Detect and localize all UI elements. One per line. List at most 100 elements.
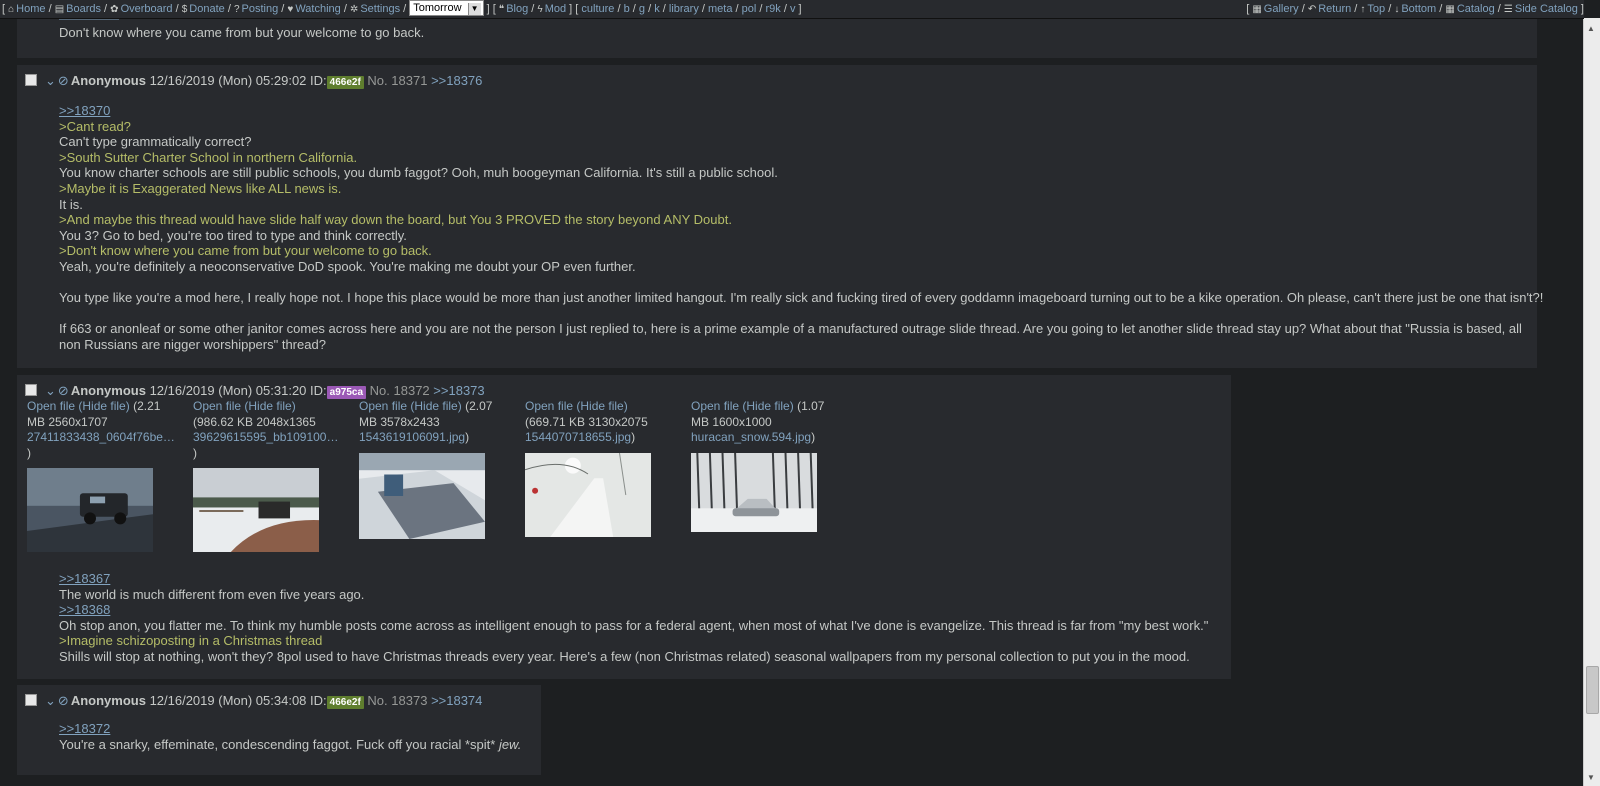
separator: / — [1298, 3, 1308, 15]
image-thumbnail[interactable] — [359, 453, 485, 539]
page-scrollbar[interactable]: ▲ ▼ — [1583, 18, 1600, 786]
nav-blog-link[interactable]: ❝ Blog — [499, 3, 528, 15]
board-link-r9k[interactable]: r9k — [766, 3, 781, 15]
line-text[interactable]: >>18370 — [59, 103, 110, 118]
post-select-checkbox[interactable] — [25, 383, 37, 396]
open-file-link[interactable]: Open file — [359, 399, 407, 413]
reply-reference[interactable]: >>18372 — [59, 721, 521, 737]
nav-label: Top — [1367, 3, 1386, 15]
hide-file-link[interactable]: (Hide file) — [244, 399, 295, 413]
open-file-link[interactable]: Open file — [193, 399, 241, 413]
reply-reference[interactable]: >>18368 — [59, 602, 1208, 618]
hide-post-icon[interactable]: ⊘ — [58, 693, 69, 708]
line-text[interactable]: >>18368 — [59, 602, 110, 617]
chevron-down-icon[interactable]: ⌄ — [45, 73, 56, 88]
chevron-down-icon[interactable]: ▼ — [467, 3, 481, 16]
nav-label: Settings — [360, 3, 401, 15]
poster-id-badge[interactable]: 466e2f — [326, 76, 364, 89]
scroll-down-icon[interactable]: ▼ — [1587, 773, 1595, 782]
post-number-label[interactable]: No. — [367, 73, 387, 88]
nav-boards-link[interactable]: ▤ Boards — [55, 3, 101, 15]
nav-label: Boards — [66, 3, 101, 15]
board-link-library[interactable]: library — [669, 3, 699, 15]
separator: / — [340, 3, 350, 15]
board-link-meta[interactable]: meta — [708, 3, 732, 15]
image-thumbnail[interactable] — [525, 453, 651, 537]
theme-select[interactable]: Tomorrow ▼ — [409, 0, 484, 17]
post-number-label[interactable]: No. — [367, 693, 387, 708]
nav-top-link[interactable]: ↑ Top — [1360, 3, 1385, 15]
nav-mod-link[interactable]: ϟ Mod — [537, 3, 566, 15]
scroll-thumb[interactable] — [1586, 666, 1599, 714]
hide-file-link[interactable]: (Hide file) — [78, 399, 129, 413]
nav-return-link[interactable]: ↶ Return — [1308, 3, 1351, 15]
file-name-link[interactable]: 1543619106091.jpg — [359, 430, 465, 444]
nav-home-link[interactable]: ⌂ Home — [8, 3, 45, 15]
separator: ( — [461, 399, 470, 413]
hide-post-icon[interactable]: ⊘ — [58, 383, 69, 398]
nav-watching-link[interactable]: ♥ Watching — [287, 3, 340, 15]
board-link-culture[interactable]: culture — [581, 3, 614, 15]
poster-id-badge[interactable]: a975ca — [326, 386, 367, 399]
open-file-link[interactable]: Open file — [691, 399, 739, 413]
post-number-label[interactable]: No. — [370, 383, 390, 398]
post-number[interactable]: 18373 — [391, 693, 427, 708]
reply-reference[interactable]: >>18370 — [59, 103, 1543, 119]
post-select-checkbox[interactable] — [25, 693, 37, 706]
file-close-paren: ) — [27, 445, 31, 460]
open-file-link[interactable]: Open file — [27, 399, 75, 413]
image-thumbnail[interactable] — [691, 453, 817, 532]
hide-post-icon[interactable]: ⊘ — [58, 73, 69, 88]
hide-file-link[interactable]: (Hide file) — [576, 399, 627, 413]
image-thumbnail[interactable] — [193, 468, 319, 552]
chevron-down-icon[interactable]: ⌄ — [45, 383, 56, 398]
file-info: Open file (Hide file) (2.07 MB 3578x2433 1… — [359, 399, 519, 446]
poster-id-badge[interactable]: 466e2f — [326, 696, 364, 709]
post-number[interactable]: 18372 — [394, 383, 430, 398]
file-name-link[interactable]: 27411833438_0604f76be… — [27, 430, 175, 444]
image-thumbnail[interactable] — [27, 468, 153, 552]
hide-file-link[interactable]: (Hide file) — [410, 399, 461, 413]
board-link-pol[interactable]: pol — [742, 3, 757, 15]
file-name-link[interactable]: 39629615595_bb109100… — [193, 430, 338, 444]
reply-reference[interactable]: >>18367 — [59, 571, 1208, 587]
nav-side-catalog-link[interactable]: ☰ Side Catalog — [1504, 3, 1578, 15]
nav-bottom-link[interactable]: ↓ Bottom — [1394, 3, 1436, 15]
post-header: ⌄ ⊘ Anonymous 12/16/2019 (Mon) 05:34:08 ID… — [25, 693, 482, 709]
nav-catalog-link[interactable]: ▦ Catalog — [1445, 3, 1494, 15]
overboard-icon: ✿ — [110, 4, 119, 15]
backlink[interactable]: >>18376 — [431, 73, 482, 88]
emphasis-text: jew. — [498, 736, 522, 752]
backlink[interactable]: >>18373 — [433, 383, 484, 398]
line-text: >Imagine schizoposting in a Christmas th… — [59, 633, 323, 649]
nav-overboard-link[interactable]: ✿ Overboard — [110, 3, 172, 15]
nav-donate-link[interactable]: $ Donate — [182, 3, 225, 15]
chevron-down-icon[interactable]: ⌄ — [45, 693, 56, 708]
line-text[interactable]: >>18367 — [59, 571, 110, 586]
nav-gallery-link[interactable]: ▦ Gallery — [1252, 3, 1298, 15]
separator: ] — [1577, 3, 1584, 15]
post-text-line: Can't type grammatically correct? — [59, 134, 1543, 150]
open-file-link[interactable]: Open file — [525, 399, 573, 413]
hide-file-link[interactable]: (Hide file) — [742, 399, 793, 413]
separator: / — [732, 3, 742, 15]
line-text[interactable]: >>18372 — [59, 721, 110, 736]
backlink[interactable]: >>18374 — [431, 693, 482, 708]
separator: / — [780, 3, 790, 15]
greentext-line: >Maybe it is Exaggerated News like ALL n… — [59, 181, 1543, 197]
post-number[interactable]: 18371 — [391, 73, 427, 88]
return-icon: ↶ — [1307, 4, 1317, 15]
file-name-link[interactable]: huracan_snow.594.jpg — [691, 430, 811, 444]
file-dimensions: MB 1600x1000 — [691, 414, 772, 429]
file-size: 1.07 — [801, 399, 825, 413]
post-text-line: You're a snarky, effeminate, condescendi… — [59, 737, 521, 753]
nav-posting-link[interactable]: ? Posting — [234, 3, 278, 15]
post-select-checkbox[interactable] — [25, 73, 37, 86]
post-text-line: Don't know where you came from but your … — [59, 25, 425, 40]
greentext-line: >Cant read? — [59, 119, 1543, 135]
file-close-paren: ) — [811, 430, 816, 444]
scroll-up-icon[interactable]: ▲ — [1587, 24, 1595, 33]
nav-settings-link[interactable]: ✲ Settings — [350, 3, 400, 15]
file-name-link[interactable]: 1544070718655.jpg — [525, 430, 631, 444]
file-info: Open file (Hide file) (669.71 KB 3130x207… — [525, 399, 685, 446]
